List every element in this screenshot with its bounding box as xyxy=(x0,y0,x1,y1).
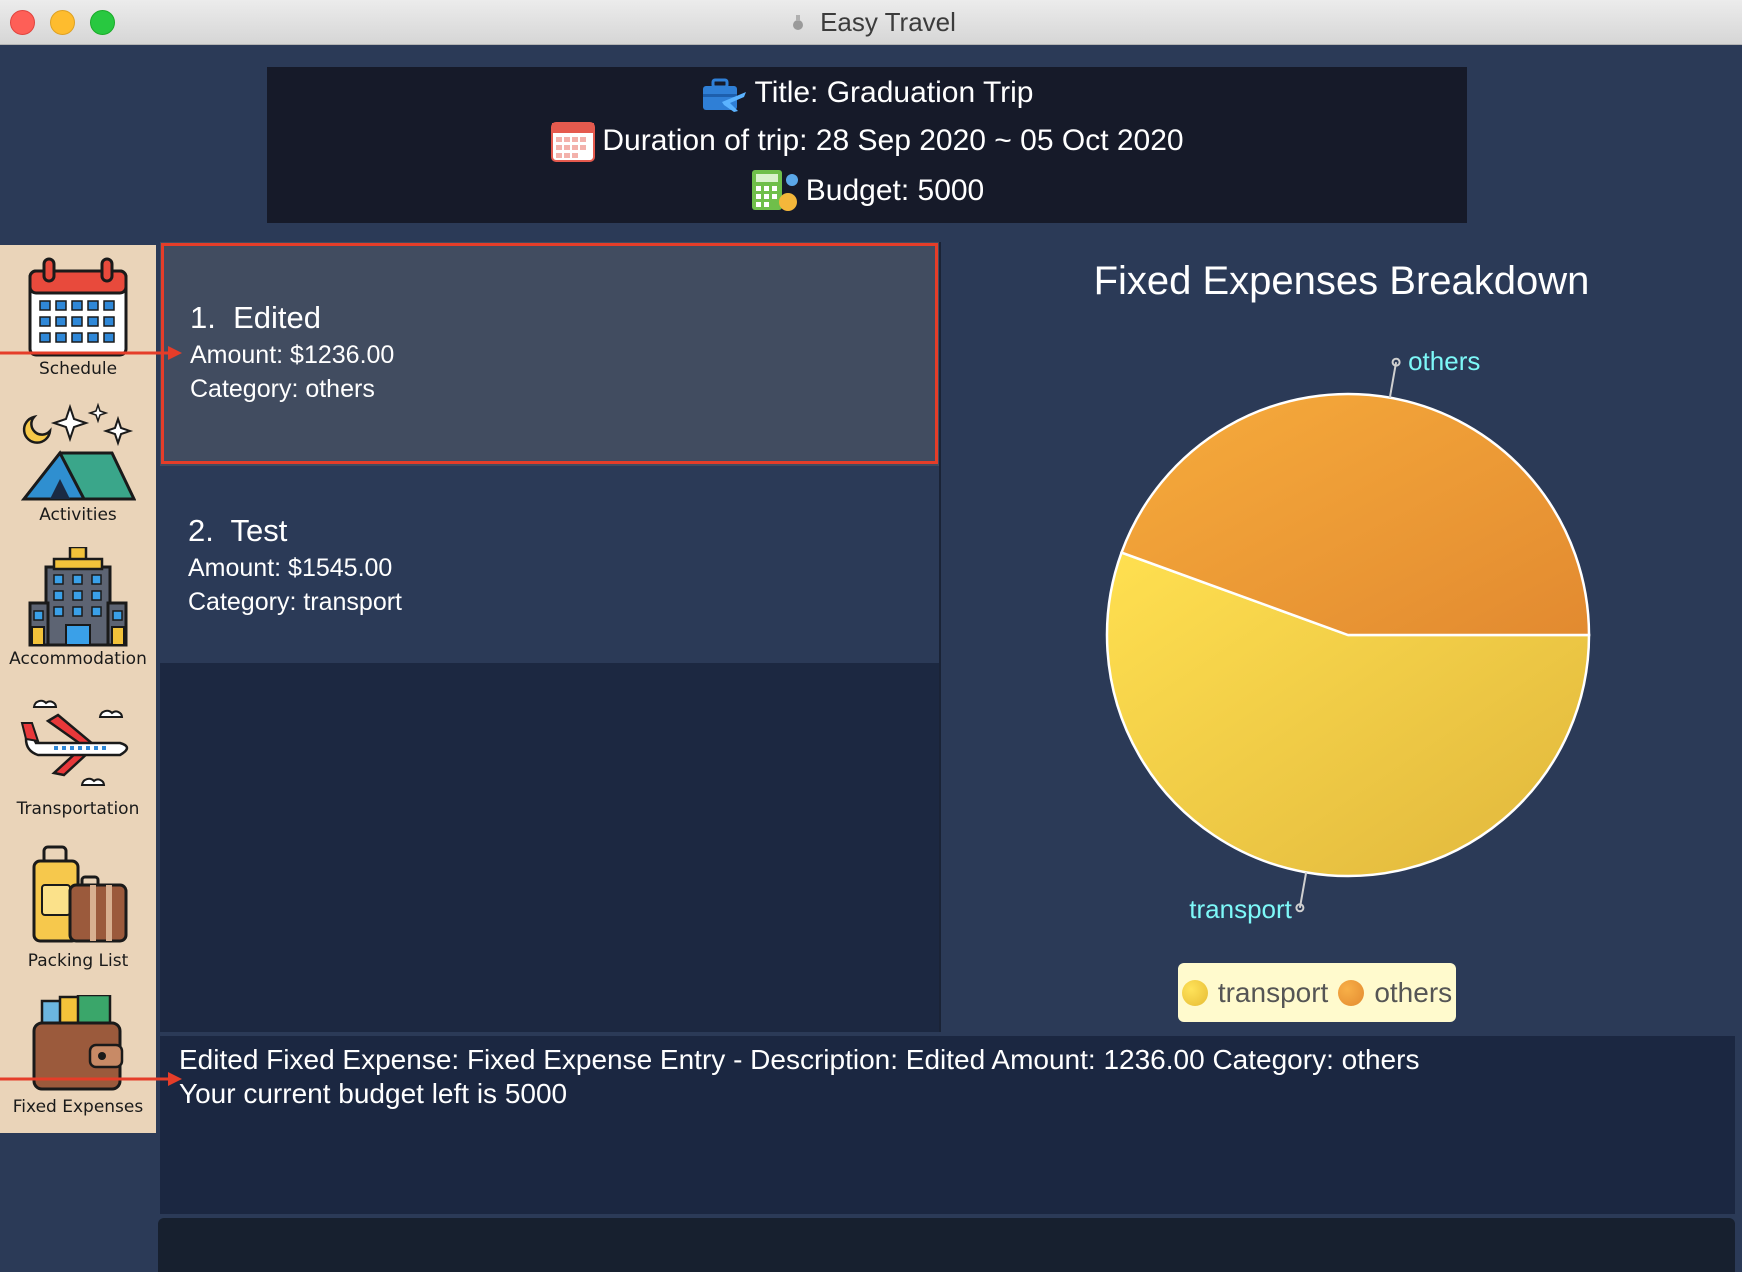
result-line: Your current budget left is 5000 xyxy=(179,1078,568,1109)
calendar-icon xyxy=(28,257,128,357)
legend-swatch xyxy=(1338,979,1365,1006)
trip-duration-row: Duration of trip: 28 Sep 2020 ~ 05 Oct 2… xyxy=(267,118,1467,164)
list-item[interactable]: 1. Edited Amount: $1236.00 Category: oth… xyxy=(160,242,939,466)
pie-chart: transport others xyxy=(1105,346,1591,924)
sidebar: Schedule Activities Accommodation Transp… xyxy=(0,245,156,1133)
app-logo-icon xyxy=(793,14,804,30)
sidebar-item-label: Schedule xyxy=(38,359,118,379)
suitcase-airplane-icon xyxy=(703,78,747,112)
list-item[interactable]: 2. Test Amount: $1545.00 Category: trans… xyxy=(160,466,939,663)
calculator-coin-icon xyxy=(751,170,798,211)
expense-title: 1. Edited xyxy=(190,300,321,336)
app-window: Easy Travel Title: Graduation Trip Durat… xyxy=(0,0,1742,1272)
sidebar-item-packing-list[interactable]: Packing List xyxy=(0,837,156,977)
expense-category: Category: others xyxy=(190,375,375,403)
expense-title: 2. Test xyxy=(188,513,287,549)
expense-description: Test xyxy=(230,513,288,548)
sidebar-item-activities[interactable]: Activities xyxy=(0,393,156,533)
legend-label: transport xyxy=(1217,976,1329,1008)
sidebar-item-accommodation[interactable]: Accommodation xyxy=(0,541,156,681)
expense-index: 1. xyxy=(190,300,216,335)
airplane-icon xyxy=(20,699,129,786)
pie-label-others: others xyxy=(1408,346,1480,376)
sidebar-item-transportation[interactable]: Transportation xyxy=(0,689,156,829)
sidebar-item-fixed-expenses[interactable]: Fixed Expenses xyxy=(0,985,156,1125)
expense-index: 2. xyxy=(188,513,214,548)
expense-chart-panel: Fixed Expenses Breakdown transport others… xyxy=(941,242,1742,1032)
legend-swatch xyxy=(1181,979,1208,1006)
sidebar-item-label: Activities xyxy=(39,505,117,525)
legend-label: others xyxy=(1374,976,1453,1008)
legend-item-others: others xyxy=(1338,977,1452,1009)
sidebar-item-label: Accommodation xyxy=(9,649,147,669)
expense-list: 1. Edited Amount: $1236.00 Category: oth… xyxy=(160,242,939,1032)
tent-icon xyxy=(20,402,136,501)
sidebar-item-label: Packing List xyxy=(27,951,129,971)
command-input[interactable] xyxy=(158,1218,1735,1272)
pie-leader-line xyxy=(1388,362,1398,398)
expense-amount: Amount: $1545.00 xyxy=(188,554,393,582)
trip-budget-row: Budget: 5000 xyxy=(267,168,1467,214)
chart-legend: transport others xyxy=(1178,963,1456,1022)
luggage-icon xyxy=(32,845,128,943)
legend-item-transport: transport xyxy=(1181,976,1329,1009)
sidebar-item-schedule[interactable]: Schedule xyxy=(0,245,156,385)
wallet-icon xyxy=(32,995,124,1091)
hotel-icon xyxy=(28,547,128,647)
trip-title: Title: Graduation Trip xyxy=(754,76,1034,109)
trip-title-row: Title: Graduation Trip xyxy=(267,71,1467,115)
calendar-icon xyxy=(551,122,596,162)
pie-label-transport: transport xyxy=(1189,894,1292,924)
sidebar-item-label: Fixed Expenses xyxy=(12,1097,144,1117)
result-display: Edited Fixed Expense: Fixed Expense Entr… xyxy=(160,1036,1735,1214)
title-bar: Easy Travel xyxy=(0,0,1742,45)
window-title: Easy Travel xyxy=(820,7,956,37)
sidebar-item-label: Transportation xyxy=(16,799,140,819)
pie-leader-line xyxy=(1298,872,1308,908)
expense-category: Category: transport xyxy=(188,588,402,616)
result-line: Edited Fixed Expense: Fixed Expense Entr… xyxy=(179,1044,1420,1075)
trip-duration: Duration of trip: 28 Sep 2020 ~ 05 Oct 2… xyxy=(602,124,1184,157)
trip-budget: Budget: 5000 xyxy=(805,174,985,207)
trip-info-panel: Title: Graduation Trip Duration of trip:… xyxy=(267,67,1467,223)
expense-amount: Amount: $1236.00 xyxy=(190,341,395,369)
expense-description: Edited xyxy=(233,300,321,335)
